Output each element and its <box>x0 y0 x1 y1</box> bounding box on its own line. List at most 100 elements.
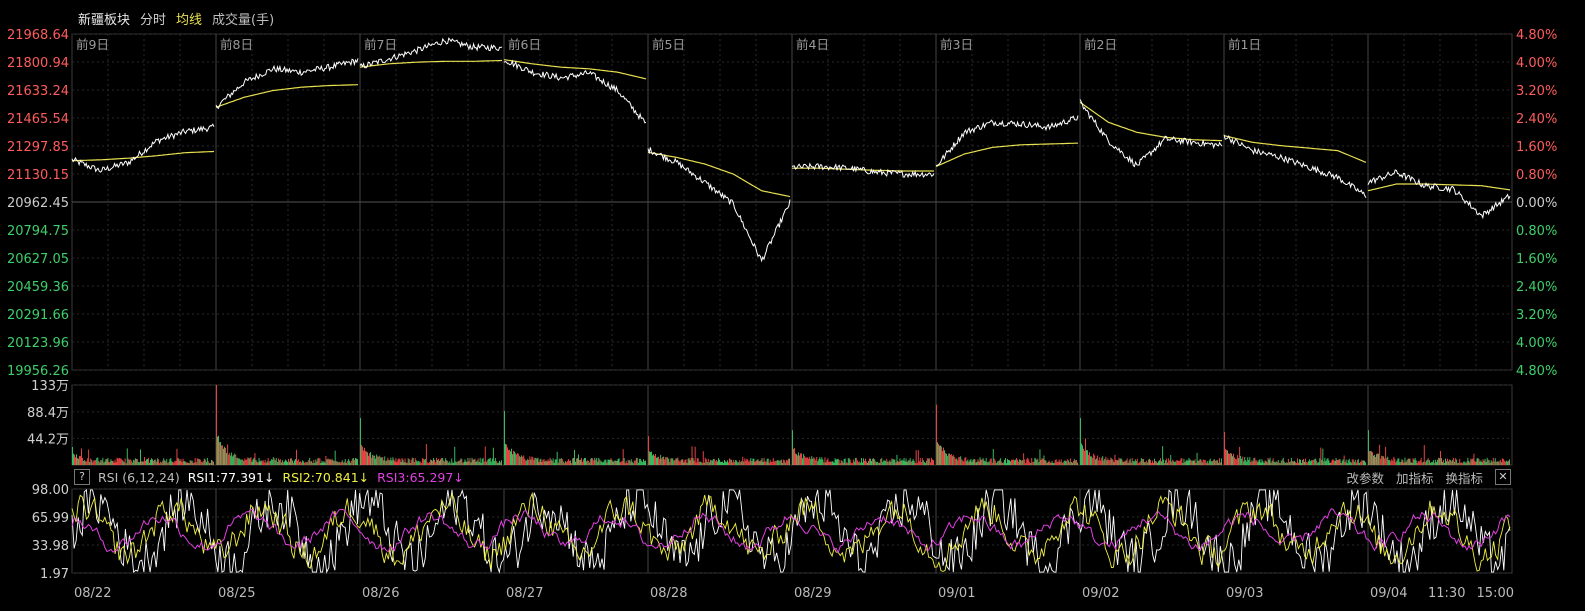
volume-bar <box>1103 460 1105 465</box>
volume-bar <box>412 457 414 465</box>
volume-bar <box>914 463 916 465</box>
volume-bar <box>679 461 681 465</box>
volume-bar <box>655 454 656 465</box>
volume-bar <box>755 460 757 465</box>
volume-bar <box>618 458 620 465</box>
volume-bar <box>840 460 842 465</box>
volume-bar <box>1456 459 1458 465</box>
volume-bar <box>629 461 631 465</box>
volume-bar <box>143 461 144 465</box>
board-name[interactable]: 新疆板块 <box>78 9 130 28</box>
volume-bar <box>1312 460 1314 465</box>
price-tick-label: 21130.15 <box>7 168 69 183</box>
volume-bar <box>250 457 252 465</box>
volume-bar <box>1340 463 1342 465</box>
price-tick-label: 21633.24 <box>7 84 69 99</box>
volume-bar <box>472 459 474 465</box>
volume-bar <box>876 462 878 465</box>
volume-bar <box>433 458 434 465</box>
volume-bar <box>1179 460 1181 465</box>
volume-bar <box>948 453 950 465</box>
volume-bar <box>673 460 675 465</box>
volume-bar <box>1386 458 1388 465</box>
volume-bar <box>469 457 471 465</box>
volume-bar <box>693 460 695 465</box>
volume-bar <box>694 446 696 465</box>
volume-bar <box>342 462 344 465</box>
volume-bar <box>96 458 98 465</box>
volume-bar <box>301 462 303 465</box>
volume-bar <box>706 462 708 465</box>
volume-bar <box>634 460 636 465</box>
volume-bar <box>1318 462 1320 465</box>
volume-bar <box>1401 459 1403 465</box>
volume-bar <box>1283 461 1285 465</box>
volume-bar <box>1421 462 1423 465</box>
switch-indicator-button[interactable]: 换指标 <box>1445 468 1483 487</box>
volume-bar <box>242 459 244 465</box>
volume-bar <box>822 459 824 465</box>
volume-bar <box>454 446 456 465</box>
intraday-chart[interactable]: 21968.64 4.80% 21800.94 4.00% 21633.24 3.20% 2… <box>0 0 1585 611</box>
volume-bar <box>1264 460 1266 465</box>
volume-bar <box>362 446 363 465</box>
volume-bar <box>1494 458 1496 465</box>
change-params-button[interactable]: 改参数 <box>1346 468 1384 487</box>
volume-bar <box>1195 463 1197 465</box>
volume-bar <box>269 461 271 465</box>
volume-bar <box>1202 459 1204 465</box>
volume-bar <box>134 458 136 465</box>
volume-bar <box>1141 459 1143 465</box>
volume-bar <box>76 454 77 465</box>
volume-bar <box>260 460 262 465</box>
volume-bar <box>966 461 968 465</box>
mode-label[interactable]: 分时 <box>140 9 166 28</box>
volume-bar <box>186 461 188 465</box>
volume-bar <box>743 461 745 465</box>
volume-bar <box>761 458 763 465</box>
volume-bar <box>508 450 509 465</box>
volume-bar <box>188 463 190 465</box>
volume-bar <box>1243 461 1245 465</box>
volume-bar <box>490 461 492 465</box>
volume-bar <box>436 457 437 465</box>
volume-bar <box>1325 461 1327 465</box>
close-icon[interactable]: ✕ <box>1495 469 1511 485</box>
volume-bar <box>333 461 335 465</box>
volume-bar <box>440 459 441 465</box>
volume-bar <box>1309 459 1311 465</box>
volume-bar <box>1071 462 1073 465</box>
volume-bar <box>434 459 435 465</box>
volume-bar <box>628 460 630 465</box>
volume-bar <box>801 453 802 465</box>
price-tick-label: 21800.94 <box>7 56 69 71</box>
rsi-name[interactable]: RSI (6,12,24) <box>98 470 180 485</box>
add-indicator-button[interactable]: 加指标 <box>1396 468 1434 487</box>
volume-bar <box>1508 460 1509 465</box>
volume-bar <box>419 461 421 465</box>
volume-tick-label: 88.4万 <box>27 406 69 421</box>
volume-bar <box>1155 461 1156 465</box>
volume-bar <box>826 460 828 465</box>
volume-bar <box>397 459 399 465</box>
volume-bar <box>952 456 954 465</box>
volume-bar <box>1013 459 1014 465</box>
help-button[interactable]: ? <box>74 469 90 485</box>
volume-bar <box>131 462 133 465</box>
volume-bar <box>1440 451 1441 465</box>
volume-bar <box>1035 458 1037 465</box>
volume-bar <box>810 459 812 465</box>
volume-bar <box>1166 458 1168 465</box>
volume-bar <box>882 462 884 465</box>
volume-bar <box>1191 461 1193 465</box>
volume-bar <box>140 449 141 465</box>
volume-bar <box>1336 459 1338 465</box>
volume-bar <box>1461 462 1463 465</box>
volume-bar <box>1002 462 1004 465</box>
volume-bar <box>1311 460 1313 465</box>
volume-bar <box>1454 461 1456 465</box>
volume-bar <box>1165 460 1167 465</box>
volume-bar <box>262 460 264 465</box>
volume-bar <box>84 460 86 465</box>
volume-bar <box>432 460 433 465</box>
